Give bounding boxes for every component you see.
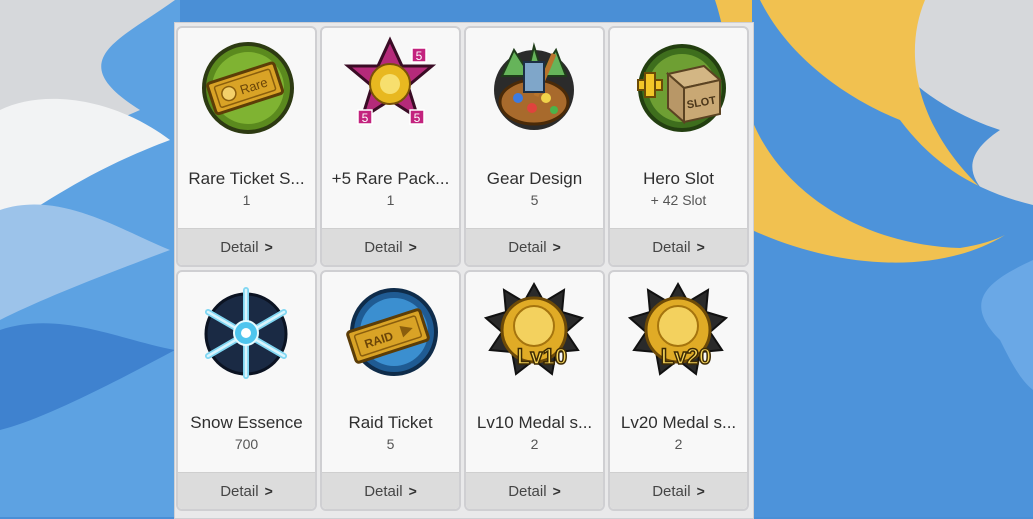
item-name: Hero Slot bbox=[643, 169, 714, 188]
item-name: Snow Essence bbox=[190, 413, 303, 432]
item-name: Lv20 Medal s... bbox=[620, 413, 737, 432]
item-card-gear-design[interactable]: Gear Design 5 Detail > bbox=[464, 26, 605, 267]
detail-label: Detail bbox=[220, 482, 259, 500]
chevron-right-icon: > bbox=[696, 483, 705, 499]
raid-ticket-icon: RAID bbox=[346, 288, 438, 376]
item-card-lv20-medal[interactable]: Lv20 Lv20 Medal s... 2 Detail > bbox=[608, 270, 749, 511]
item-card-hero-slot[interactable]: SLOT Hero Slot + 42 Slot Detail > bbox=[608, 26, 749, 267]
chevron-right-icon: > bbox=[408, 239, 417, 255]
item-quantity: 2 bbox=[674, 436, 683, 452]
svg-text:5: 5 bbox=[362, 111, 369, 125]
item-card-raid-ticket[interactable]: RAID Raid Ticket 5 Detail > bbox=[320, 270, 461, 511]
chevron-right-icon: > bbox=[552, 483, 561, 499]
item-card-rare-pack[interactable]: 5 5 5 +5 Rare Pack... 1 Detail > bbox=[320, 26, 461, 267]
item-name: Raid Ticket bbox=[348, 413, 433, 432]
svg-text:5: 5 bbox=[414, 111, 421, 125]
detail-button[interactable]: Detail > bbox=[466, 472, 603, 509]
item-grid: Rare Rare Ticket S... 1 Detail > 5 5 5 +… bbox=[176, 26, 749, 511]
detail-label: Detail bbox=[652, 238, 691, 256]
chevron-right-icon: > bbox=[408, 483, 417, 499]
medal-level-label: Lv20 bbox=[661, 344, 711, 369]
detail-button[interactable]: Detail > bbox=[466, 228, 603, 265]
detail-label: Detail bbox=[508, 238, 547, 256]
item-name: Rare Ticket S... bbox=[188, 169, 305, 188]
lv20-medal-icon: Lv20 bbox=[628, 281, 728, 376]
item-quantity: 5 bbox=[530, 192, 539, 208]
item-quantity: 5 bbox=[386, 436, 395, 452]
detail-button[interactable]: Detail > bbox=[610, 472, 747, 509]
lv10-medal-icon: Lv10 bbox=[484, 281, 584, 376]
hero-slot-icon: SLOT bbox=[637, 44, 726, 132]
snow-essence-icon bbox=[204, 287, 288, 379]
detail-label: Detail bbox=[364, 238, 403, 256]
item-quantity: + 42 Slot bbox=[650, 192, 707, 208]
detail-button[interactable]: Detail > bbox=[178, 228, 315, 265]
item-card-snow-essence[interactable]: Snow Essence 700 Detail > bbox=[176, 270, 317, 511]
chevron-right-icon: > bbox=[552, 239, 561, 255]
chevron-right-icon: > bbox=[264, 239, 273, 255]
detail-label: Detail bbox=[364, 482, 403, 500]
chevron-right-icon: > bbox=[696, 239, 705, 255]
item-card-lv10-medal[interactable]: Lv10 Lv10 Medal s... 2 Detail > bbox=[464, 270, 605, 511]
item-name: +5 Rare Pack... bbox=[331, 169, 450, 188]
medal-level-label: Lv10 bbox=[517, 344, 567, 369]
rare-ticket-icon: Rare bbox=[202, 42, 294, 134]
item-quantity: 2 bbox=[530, 436, 539, 452]
detail-label: Detail bbox=[220, 238, 259, 256]
item-quantity: 1 bbox=[386, 192, 395, 208]
gear-design-icon bbox=[494, 42, 574, 130]
item-quantity: 700 bbox=[234, 436, 259, 452]
detail-button[interactable]: Detail > bbox=[178, 472, 315, 509]
rare-pack-icon: 5 5 5 bbox=[343, 36, 437, 125]
item-name: Gear Design bbox=[486, 169, 583, 188]
detail-button[interactable]: Detail > bbox=[322, 228, 459, 265]
pack-badge: 5 bbox=[416, 49, 423, 63]
chevron-right-icon: > bbox=[264, 483, 273, 499]
item-quantity: 1 bbox=[242, 192, 251, 208]
item-card-rare-ticket[interactable]: Rare Rare Ticket S... 1 Detail > bbox=[176, 26, 317, 267]
item-name: Lv10 Medal s... bbox=[476, 413, 593, 432]
detail-button[interactable]: Detail > bbox=[322, 472, 459, 509]
detail-label: Detail bbox=[652, 482, 691, 500]
detail-button[interactable]: Detail > bbox=[610, 228, 747, 265]
detail-label: Detail bbox=[508, 482, 547, 500]
